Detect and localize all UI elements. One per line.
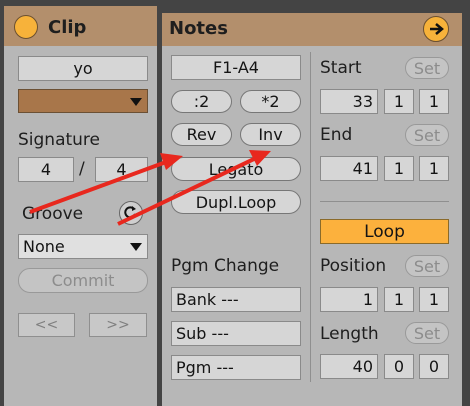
clip-activator-icon[interactable] [14, 15, 38, 39]
groove-value: None [23, 237, 65, 256]
end-beat-field[interactable]: 1 [384, 156, 414, 181]
start-bar-field[interactable]: 33 [320, 89, 378, 114]
length-sixteenth-field[interactable]: 0 [419, 354, 449, 379]
signature-slash: / [79, 159, 85, 179]
groove-dropdown[interactable]: None [18, 234, 148, 259]
commit-button[interactable]: Commit [18, 268, 148, 293]
reverse-button[interactable]: Rev [171, 123, 232, 146]
length-bar-field[interactable]: 40 [320, 354, 378, 379]
sub-field[interactable]: Sub --- [171, 321, 301, 346]
clip-color-chooser[interactable] [18, 89, 148, 113]
loop-section-divider [320, 201, 449, 202]
pgm-change-label: Pgm Change [171, 256, 280, 276]
signature-label: Signature [18, 130, 101, 150]
arrow-right-circle-icon[interactable] [423, 16, 449, 42]
position-set-button[interactable]: Set [405, 255, 449, 277]
start-label: Start [320, 58, 362, 78]
triangle-down-icon [130, 243, 142, 251]
note-range-field[interactable]: F1-A4 [171, 55, 301, 80]
end-sixteenth-field[interactable]: 1 [419, 156, 449, 181]
notes-column-divider [310, 52, 311, 382]
nav-next-button[interactable]: >> [89, 313, 147, 337]
end-set-button[interactable]: Set [405, 124, 449, 146]
clip-header-title: Clip [48, 17, 87, 38]
start-beat-field[interactable]: 1 [384, 89, 414, 114]
notes-header-title: Notes [169, 18, 228, 39]
position-sixteenth-field[interactable]: 1 [419, 287, 449, 312]
start-set-button[interactable]: Set [405, 57, 449, 79]
start-sixteenth-field[interactable]: 1 [419, 89, 449, 114]
length-set-button[interactable]: Set [405, 322, 449, 344]
position-label: Position [320, 256, 387, 276]
length-beat-field[interactable]: 0 [384, 354, 414, 379]
position-beat-field[interactable]: 1 [384, 287, 414, 312]
signature-denominator-field[interactable]: 4 [95, 157, 148, 182]
invert-button[interactable]: Inv [240, 123, 301, 146]
groove-label: Groove [22, 204, 84, 224]
duplicate-loop-button[interactable]: Dupl.Loop [171, 190, 301, 214]
half-length-button[interactable]: :2 [171, 90, 232, 113]
groove-hotswap-icon[interactable] [119, 201, 143, 225]
length-label: Length [320, 324, 379, 344]
pgm-field[interactable]: Pgm --- [171, 355, 301, 380]
legato-button[interactable]: Legato [171, 157, 301, 181]
nav-prev-button[interactable]: << [18, 313, 75, 337]
end-label: End [320, 125, 353, 145]
position-bar-field[interactable]: 1 [320, 287, 378, 312]
triangle-down-icon [130, 98, 142, 106]
signature-numerator-field[interactable]: 4 [18, 157, 74, 182]
double-length-button[interactable]: *2 [240, 90, 301, 113]
clip-name-field[interactable]: yo [18, 56, 148, 81]
end-bar-field[interactable]: 41 [320, 156, 378, 181]
loop-toggle-button[interactable]: Loop [320, 219, 449, 244]
bank-field[interactable]: Bank --- [171, 287, 301, 312]
